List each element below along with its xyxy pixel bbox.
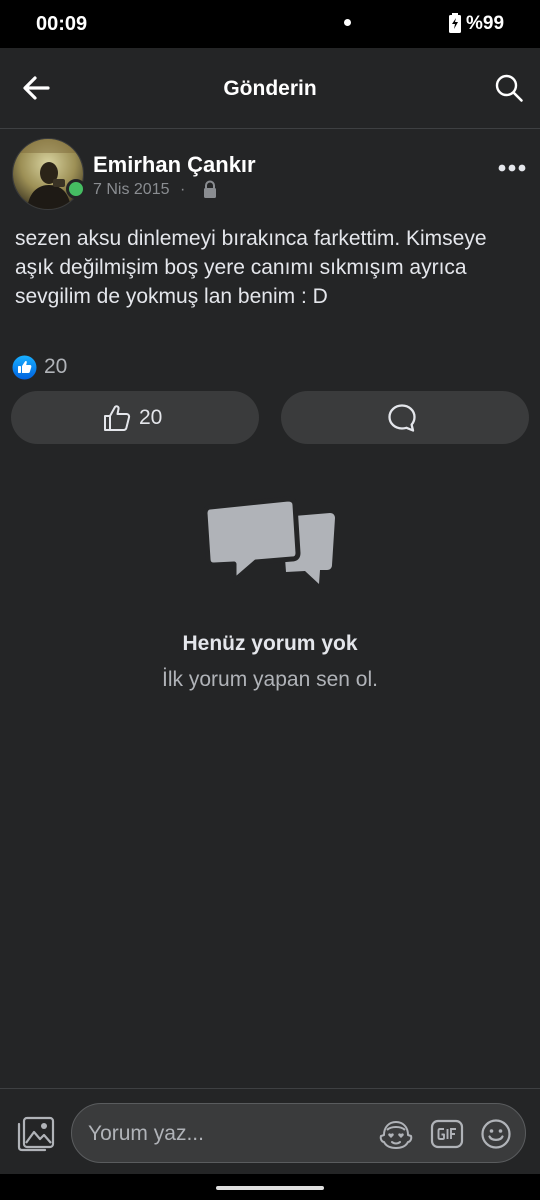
system-nav-bar [0,1174,540,1200]
battery-level: %99 [466,13,505,34]
comment-button[interactable] [281,391,529,444]
empty-state-subtitle: İlk yorum yapan sen ol. [162,668,378,691]
comment-composer: Yorum yaz... [0,1088,540,1175]
thumbs-up-icon [104,405,131,431]
gif-icon[interactable] [430,1118,464,1150]
meta-separator: · [179,181,186,198]
more-options-icon[interactable] [498,163,526,173]
post-meta: 7 Nis 2015 · [93,181,185,199]
emoji-icon[interactable] [480,1118,512,1150]
like-reaction-icon[interactable] [12,355,37,380]
empty-state-title: Henüz yorum yok [182,632,358,655]
search-icon[interactable] [494,73,524,103]
status-time: 00:09 [36,13,88,35]
comment-placeholder: Yorum yaz... [88,1122,204,1145]
status-bar: 00:09 %99 [0,0,540,48]
comment-input[interactable]: Yorum yaz... [71,1103,526,1163]
online-status-dot [66,179,86,199]
post-date[interactable]: 7 Nis 2015 [93,181,170,198]
like-button-count: 20 [139,406,163,429]
post-text: sezen aksu dinlemeyi bırakınca farkettim… [15,227,487,308]
post-author-name[interactable]: Emirhan Çankır [93,152,256,178]
app-header: Gönderin [0,48,540,129]
home-indicator[interactable] [216,1186,324,1190]
avatar-sticker-icon[interactable] [378,1119,414,1149]
battery-charging-icon [449,13,461,33]
reaction-count[interactable]: 20 [44,355,67,379]
like-button[interactable]: 20 [11,391,259,444]
comment-icon [388,404,416,432]
photo-icon[interactable] [17,1116,55,1152]
notification-dot [344,19,351,26]
comments-empty-icon [202,496,335,584]
author-avatar[interactable] [12,138,84,210]
lock-icon [204,180,216,198]
page-title: Gönderin [223,77,317,100]
